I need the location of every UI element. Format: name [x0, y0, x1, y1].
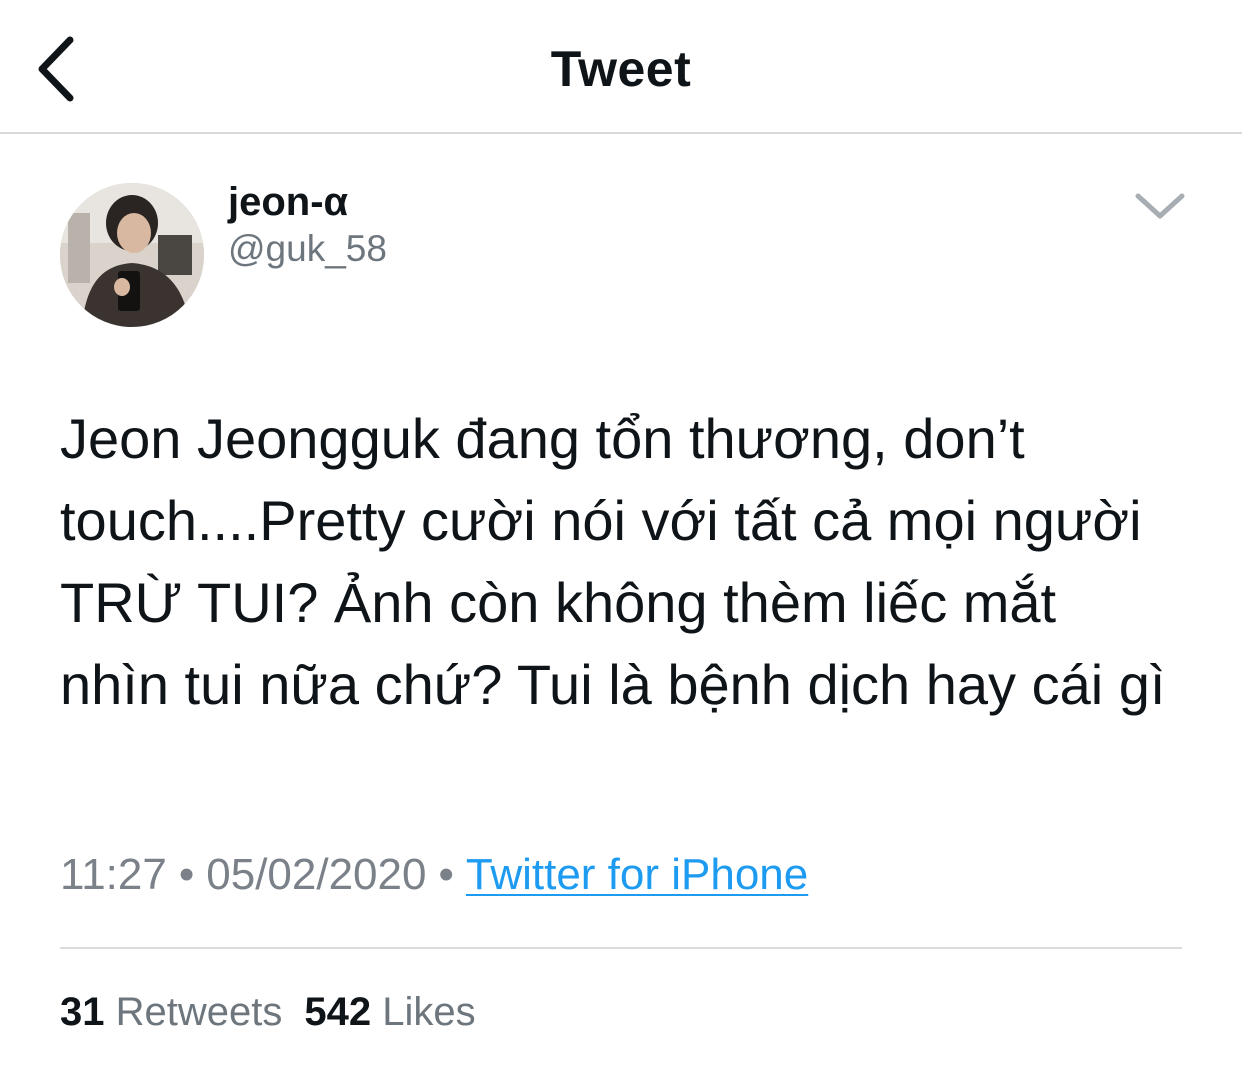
tweet-date: 05/02/2020: [206, 850, 427, 899]
top-nav-bar: Tweet: [0, 0, 1242, 134]
retweets-stat[interactable]: 31 Retweets: [60, 990, 282, 1034]
meta-separator: •: [178, 850, 195, 899]
likes-count: 542: [304, 990, 372, 1034]
author-display-name[interactable]: jeon-α: [228, 176, 348, 228]
tweet-source-link[interactable]: Twitter for iPhone: [466, 850, 808, 899]
meta-separator: •: [438, 850, 454, 899]
engagement-stats: 31 Retweets 542 Likes: [60, 986, 476, 1038]
tweet-text: Jeon Jeongguk đang tổn thương, don’t tou…: [60, 407, 1166, 716]
avatar-photo: [60, 183, 204, 327]
retweets-count: 31: [60, 990, 105, 1034]
page-title: Tweet: [550, 41, 692, 97]
chevron-down-icon: [1135, 193, 1185, 219]
tweet-detail-screen: Tweet jeon-α @guk_58 Jeon Jeongguk đang …: [0, 0, 1242, 1081]
author-handle[interactable]: @guk_58: [228, 226, 387, 272]
tweet-time: 11:27: [60, 850, 167, 899]
likes-label: Likes: [382, 990, 476, 1034]
more-options-button[interactable]: [1132, 186, 1188, 226]
divider: [60, 947, 1182, 949]
retweets-label: Retweets: [115, 990, 283, 1034]
avatar[interactable]: [60, 183, 204, 327]
tweet-metadata: 11:27 • 05/02/2020 • Twitter for iPhone: [60, 847, 808, 903]
likes-stat[interactable]: 542 Likes: [304, 990, 475, 1034]
